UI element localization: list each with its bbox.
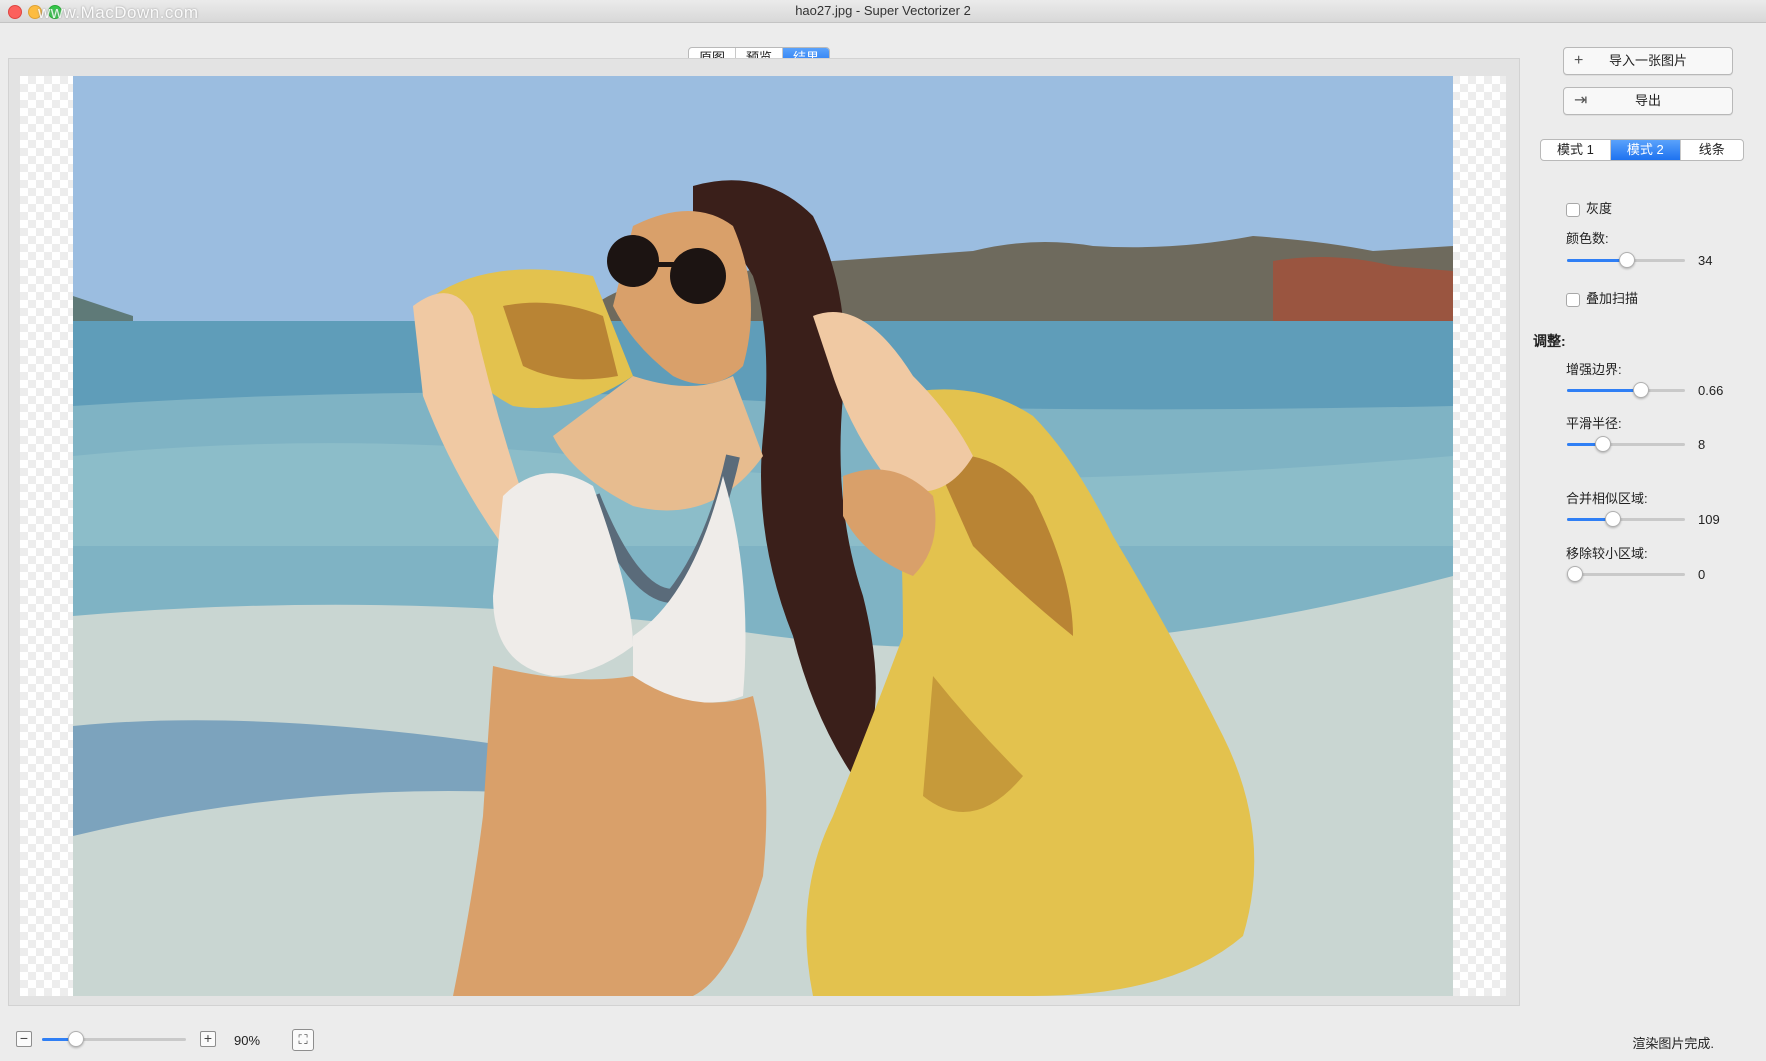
zoom-level: 90% <box>234 1033 261 1048</box>
import-image-button[interactable]: + 导入一张图片 <box>1563 47 1733 75</box>
vectorized-photo-graphic <box>73 76 1453 996</box>
colors-slider[interactable] <box>1567 252 1685 268</box>
title-bar: www.MacDown.com hao27.jpg - Super Vector… <box>0 0 1766 23</box>
fit-screen-icon: ⛶ <box>298 1032 308 1047</box>
overlay-scan-label: 叠加扫描 <box>1586 291 1639 306</box>
remove-small-value: 0 <box>1698 567 1706 582</box>
tab-lines[interactable]: 线条 <box>1681 140 1743 160</box>
zoom-in-button[interactable]: + <box>200 1031 216 1047</box>
fit-screen-button[interactable]: ⛶ <box>292 1029 314 1051</box>
adjust-heading: 调整: <box>1533 333 1566 349</box>
overlay-scan-checkbox-row[interactable]: 叠加扫描 <box>1566 288 1638 307</box>
remove-small-label: 移除较小区域: <box>1566 546 1648 561</box>
colors-value: 34 <box>1698 253 1713 268</box>
tab-mode-2[interactable]: 模式 2 <box>1610 140 1681 160</box>
settings-panel: + 导入一张图片 ⇥ 导出 模式 1 模式 2 线条 灰度 颜色数: 34 叠加… <box>1530 40 1766 1020</box>
plus-icon: + <box>203 1030 213 1046</box>
zoom-slider[interactable] <box>42 1031 186 1047</box>
zoom-out-button[interactable]: − <box>16 1031 32 1047</box>
enhance-edges-slider[interactable] <box>1567 382 1685 398</box>
smooth-radius-label: 平滑半径: <box>1566 416 1622 431</box>
merge-similar-label: 合并相似区域: <box>1566 491 1648 506</box>
colors-label: 颜色数: <box>1566 231 1609 246</box>
enhance-edges-value: 0.66 <box>1698 383 1724 398</box>
smooth-radius-value: 8 <box>1698 437 1706 452</box>
grayscale-checkbox-row[interactable]: 灰度 <box>1566 198 1612 217</box>
minus-icon: − <box>19 1030 29 1046</box>
export-button[interactable]: ⇥ 导出 <box>1563 87 1733 115</box>
export-label: 导出 <box>1634 93 1661 108</box>
status-text: 渲染图片完成. <box>1632 1036 1714 1051</box>
vectorized-image[interactable] <box>73 76 1453 996</box>
merge-similar-slider[interactable] <box>1567 511 1685 527</box>
mode-segmented: 模式 1 模式 2 线条 <box>1540 139 1744 161</box>
export-icon: ⇥ <box>1574 92 1588 109</box>
overlay-scan-checkbox[interactable] <box>1566 292 1580 307</box>
merge-similar-value: 109 <box>1698 512 1720 527</box>
tab-mode-1[interactable]: 模式 1 <box>1541 140 1611 160</box>
window-title: hao27.jpg - Super Vectorizer 2 <box>795 3 971 18</box>
grayscale-checkbox[interactable] <box>1566 202 1580 217</box>
plus-icon: + <box>1574 52 1584 69</box>
grayscale-label: 灰度 <box>1586 201 1613 216</box>
enhance-edges-label: 增强边界: <box>1566 362 1622 377</box>
smooth-radius-slider[interactable] <box>1567 436 1685 452</box>
remove-small-slider[interactable] <box>1567 566 1685 582</box>
import-label: 导入一张图片 <box>1608 53 1687 68</box>
